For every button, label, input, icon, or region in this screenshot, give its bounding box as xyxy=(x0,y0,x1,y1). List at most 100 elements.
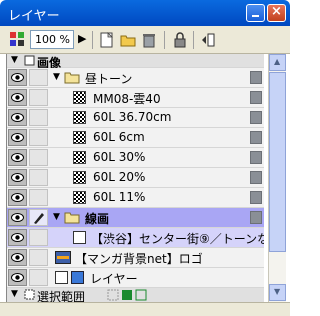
visibility-toggle[interactable] xyxy=(8,189,27,206)
toolbar-divider xyxy=(164,31,165,49)
lock-toggle[interactable] xyxy=(29,109,48,126)
layer-end-icon xyxy=(250,91,262,104)
layer-end-icon xyxy=(250,191,262,204)
close-icon: × xyxy=(271,4,282,19)
tone-icon xyxy=(73,91,86,104)
layer-name: 昼トーン xyxy=(85,72,133,86)
tone-icon xyxy=(73,151,86,164)
new-layer-icon[interactable] xyxy=(99,32,115,48)
layer-end-icon xyxy=(250,151,262,164)
eye-icon xyxy=(11,153,24,162)
layer-end-icon xyxy=(250,211,262,224)
visibility-toggle[interactable] xyxy=(8,89,27,106)
folder-icon xyxy=(64,212,80,224)
tone-icon xyxy=(73,171,86,184)
layer-end-icon xyxy=(250,71,262,84)
lock-toggle[interactable] xyxy=(29,189,48,206)
eye-icon xyxy=(11,233,24,242)
layer-row[interactable]: MM08-雲40 xyxy=(7,88,264,108)
layer-toolbar: 100 % ▶ xyxy=(0,26,290,54)
eye-icon xyxy=(11,173,24,182)
layer-list: ▼ 画像 ▼ 昼トーン MM08-雲40 60L 36.70cm 60L 6cm xyxy=(6,54,264,302)
opacity-dropdown-icon[interactable]: ▶ xyxy=(78,32,86,45)
layer-row[interactable]: 60L 20% xyxy=(7,168,264,188)
window-title-bar[interactable]: レイヤー × xyxy=(0,0,290,26)
layer-name: 【渋谷】センター街⑨／トーンなし xyxy=(91,232,264,246)
folder-icon xyxy=(64,72,80,84)
visibility-toggle[interactable] xyxy=(8,269,27,286)
lock-toggle[interactable] xyxy=(29,149,48,166)
chevron-up-icon: ▲ xyxy=(274,57,281,66)
selection-tool-icons[interactable] xyxy=(107,289,149,301)
visibility-toggle[interactable] xyxy=(8,229,27,246)
layer-row[interactable]: レイヤー xyxy=(7,268,264,288)
layer-row[interactable]: 60L 30% xyxy=(7,148,264,168)
layer-row[interactable]: 60L 11% xyxy=(7,188,264,208)
canvas-header-row[interactable]: ▼ 画像 xyxy=(7,54,264,70)
new-folder-icon[interactable] xyxy=(120,32,136,48)
collapse-icon[interactable]: ▼ xyxy=(11,55,18,65)
layer-row-selected[interactable]: ▼ 線画 xyxy=(7,208,264,228)
scroll-thumb[interactable] xyxy=(269,72,286,252)
visibility-toggle[interactable] xyxy=(8,169,27,186)
raster-layer-icon xyxy=(73,231,86,244)
visibility-toggle[interactable] xyxy=(8,129,27,146)
layer-name: 【マンガ背景net】ロゴ xyxy=(75,252,203,266)
opacity-input[interactable]: 100 % xyxy=(30,30,74,49)
layer-property-icon[interactable] xyxy=(10,32,26,48)
lock-icon[interactable] xyxy=(172,32,188,48)
collapse-icon[interactable]: ▼ xyxy=(53,212,60,222)
close-button[interactable]: × xyxy=(267,4,286,22)
eye-icon xyxy=(11,193,24,202)
visibility-toggle[interactable] xyxy=(8,249,27,266)
layer-scrollbar[interactable]: ▲ ▼ xyxy=(268,54,286,302)
layer-name: 60L 30% xyxy=(93,150,146,164)
eye-icon xyxy=(11,93,24,102)
layer-end-icon xyxy=(250,171,262,184)
canvas-icon xyxy=(24,55,35,66)
toolbar-divider xyxy=(193,31,194,49)
layer-row[interactable]: ▼ 昼トーン xyxy=(7,68,264,88)
layer-name: 60L 6cm xyxy=(93,130,145,144)
pen-toggle[interactable] xyxy=(29,209,48,226)
lock-toggle[interactable] xyxy=(29,129,48,146)
layer-name: 線画 xyxy=(85,212,110,226)
visibility-toggle[interactable] xyxy=(8,109,27,126)
scroll-down-button[interactable]: ▼ xyxy=(269,284,286,301)
pen-icon xyxy=(34,213,44,224)
eye-icon xyxy=(11,273,24,282)
eye-icon xyxy=(11,213,24,222)
minimize-button[interactable] xyxy=(246,4,265,22)
lock-toggle[interactable] xyxy=(29,249,48,266)
layer-menu-icon[interactable] xyxy=(200,32,216,48)
toolbar-divider xyxy=(92,31,93,49)
layer-name: レイヤー xyxy=(90,272,138,286)
lock-toggle[interactable] xyxy=(29,89,48,106)
lock-toggle[interactable] xyxy=(29,169,48,186)
layer-row[interactable]: 【渋谷】センター街⑨／トーンなし xyxy=(7,228,264,248)
trash-icon[interactable] xyxy=(141,32,157,48)
lock-toggle[interactable] xyxy=(29,69,48,86)
image-layer-icon xyxy=(55,251,71,264)
visibility-toggle[interactable] xyxy=(8,209,27,226)
collapse-icon[interactable]: ▼ xyxy=(53,72,60,82)
panel-bottom-bar xyxy=(0,302,290,316)
tone-icon xyxy=(73,111,86,124)
layer-row[interactable]: 【マンガ背景net】ロゴ xyxy=(7,248,264,268)
layer-row[interactable]: 60L 6cm xyxy=(7,128,264,148)
lock-toggle[interactable] xyxy=(29,229,48,246)
eye-icon xyxy=(11,133,24,142)
lock-toggle[interactable] xyxy=(29,269,48,286)
collapse-icon[interactable]: ▼ xyxy=(11,289,18,299)
eye-icon xyxy=(11,253,24,262)
selection-header-row[interactable]: ▼ 選択範囲 xyxy=(7,288,264,302)
window-title: レイヤー xyxy=(8,9,60,24)
tone-icon xyxy=(73,191,86,204)
visibility-toggle[interactable] xyxy=(8,69,27,86)
minimize-icon xyxy=(252,15,259,17)
layer-end-icon xyxy=(250,111,262,124)
layer-row[interactable]: 60L 36.70cm xyxy=(7,108,264,128)
scroll-up-button[interactable]: ▲ xyxy=(269,54,286,71)
visibility-toggle[interactable] xyxy=(8,149,27,166)
selection-label: 選択範囲 xyxy=(37,290,86,302)
